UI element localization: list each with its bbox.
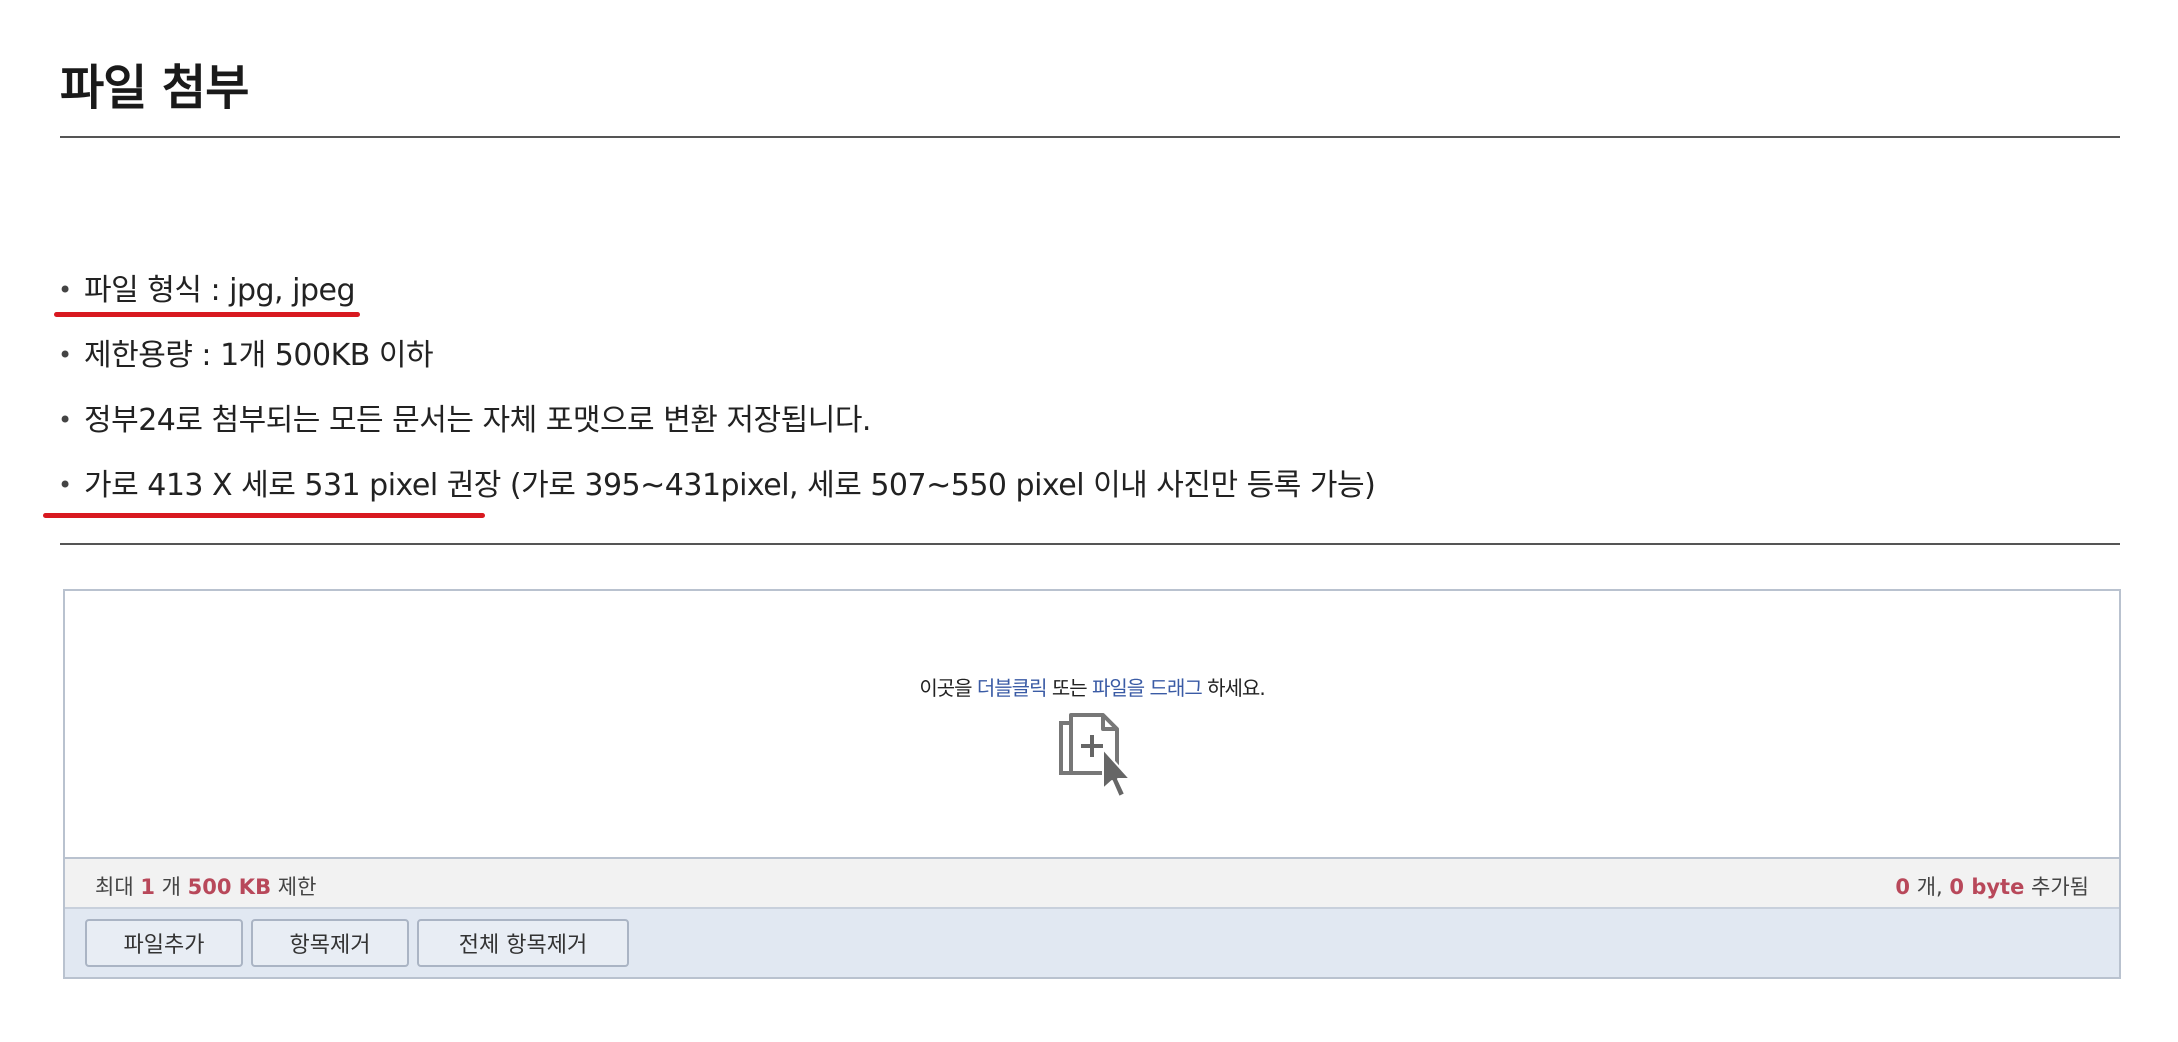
upload-limit-info: 최대 1 개 500 KB 제한 (95, 871, 316, 901)
notice-item-dimensions: • 가로 413 X 세로 531 pixel 권장 (가로 395~431pi… (56, 453, 2116, 518)
upload-added-info: 0 개, 0 byte 추가됨 (1895, 871, 2089, 901)
uploader-button-bar: 파일추가 항목제거 전체 항목제거 (65, 909, 2119, 977)
added-label: 추가됨 (2031, 875, 2089, 899)
notice-list: • 파일 형식 : jpg, jpeg • 제한용량 : 1개 500KB 이하… (56, 258, 2116, 518)
notice-divider (60, 543, 2120, 545)
notice-text: 가로 413 X 세로 531 pixel 권장 (가로 395~431pixe… (84, 468, 1376, 503)
add-file-button[interactable]: 파일추가 (85, 919, 243, 967)
red-underline-annotation (43, 513, 485, 518)
file-add-cursor-icon (1059, 713, 1131, 798)
bullet-icon: • (58, 471, 72, 499)
max-count: 1 (140, 875, 155, 899)
added-count-unit: 개, (1916, 875, 1943, 899)
notice-item-file-format: • 파일 형식 : jpg, jpeg (56, 258, 2116, 323)
file-drop-zone[interactable]: 이곳을 더블클릭 또는 파일을 드래그 하세요. (65, 591, 2119, 859)
notice-item-size-limit: • 제한용량 : 1개 500KB 이하 (56, 323, 2116, 388)
added-count: 0 (1895, 875, 1911, 899)
drop-text-drag: 파일을 드래그 (1092, 676, 1203, 700)
max-label: 최대 (95, 875, 134, 899)
notice-item-conversion: • 정부24로 첨부되는 모든 문서는 자체 포맷으로 변환 저장됩니다. (56, 388, 2116, 453)
drop-text-prefix: 이곳을 (919, 676, 977, 700)
file-attach-page: 파일 첨부 • 파일 형식 : jpg, jpeg • 제한용량 : 1개 50… (0, 0, 2178, 1042)
upload-status-bar: 최대 1 개 500 KB 제한 0 개, 0 byte 추가됨 (65, 859, 2119, 909)
file-uploader: 이곳을 더블클릭 또는 파일을 드래그 하세요. 최대 1 개 500 KB 제… (63, 589, 2121, 979)
drop-text-suffix: 하세요. (1201, 676, 1266, 700)
remove-all-items-button[interactable]: 전체 항목제거 (417, 919, 629, 967)
page-title: 파일 첨부 (60, 60, 249, 116)
bullet-icon: • (58, 406, 72, 434)
limit-label: 제한 (277, 875, 317, 899)
remove-item-button[interactable]: 항목제거 (251, 919, 409, 967)
added-bytes: 0 byte (1949, 875, 2025, 899)
notice-text: 파일 형식 : jpg, jpeg (84, 273, 356, 308)
max-size: 500 KB (187, 875, 272, 899)
drop-text-double-click: 더블클릭 (976, 676, 1048, 700)
drop-text-middle: 또는 (1046, 676, 1092, 700)
notice-text: 제한용량 : 1개 500KB 이하 (84, 338, 434, 373)
drop-instructions: 이곳을 더블클릭 또는 파일을 드래그 하세요. (65, 672, 2119, 701)
title-divider (60, 136, 2120, 138)
notice-text: 정부24로 첨부되는 모든 문서는 자체 포맷으로 변환 저장됩니다. (84, 403, 871, 438)
count-unit: 개 (161, 875, 181, 899)
red-underline-annotation (54, 312, 360, 317)
bullet-icon: • (58, 341, 72, 369)
